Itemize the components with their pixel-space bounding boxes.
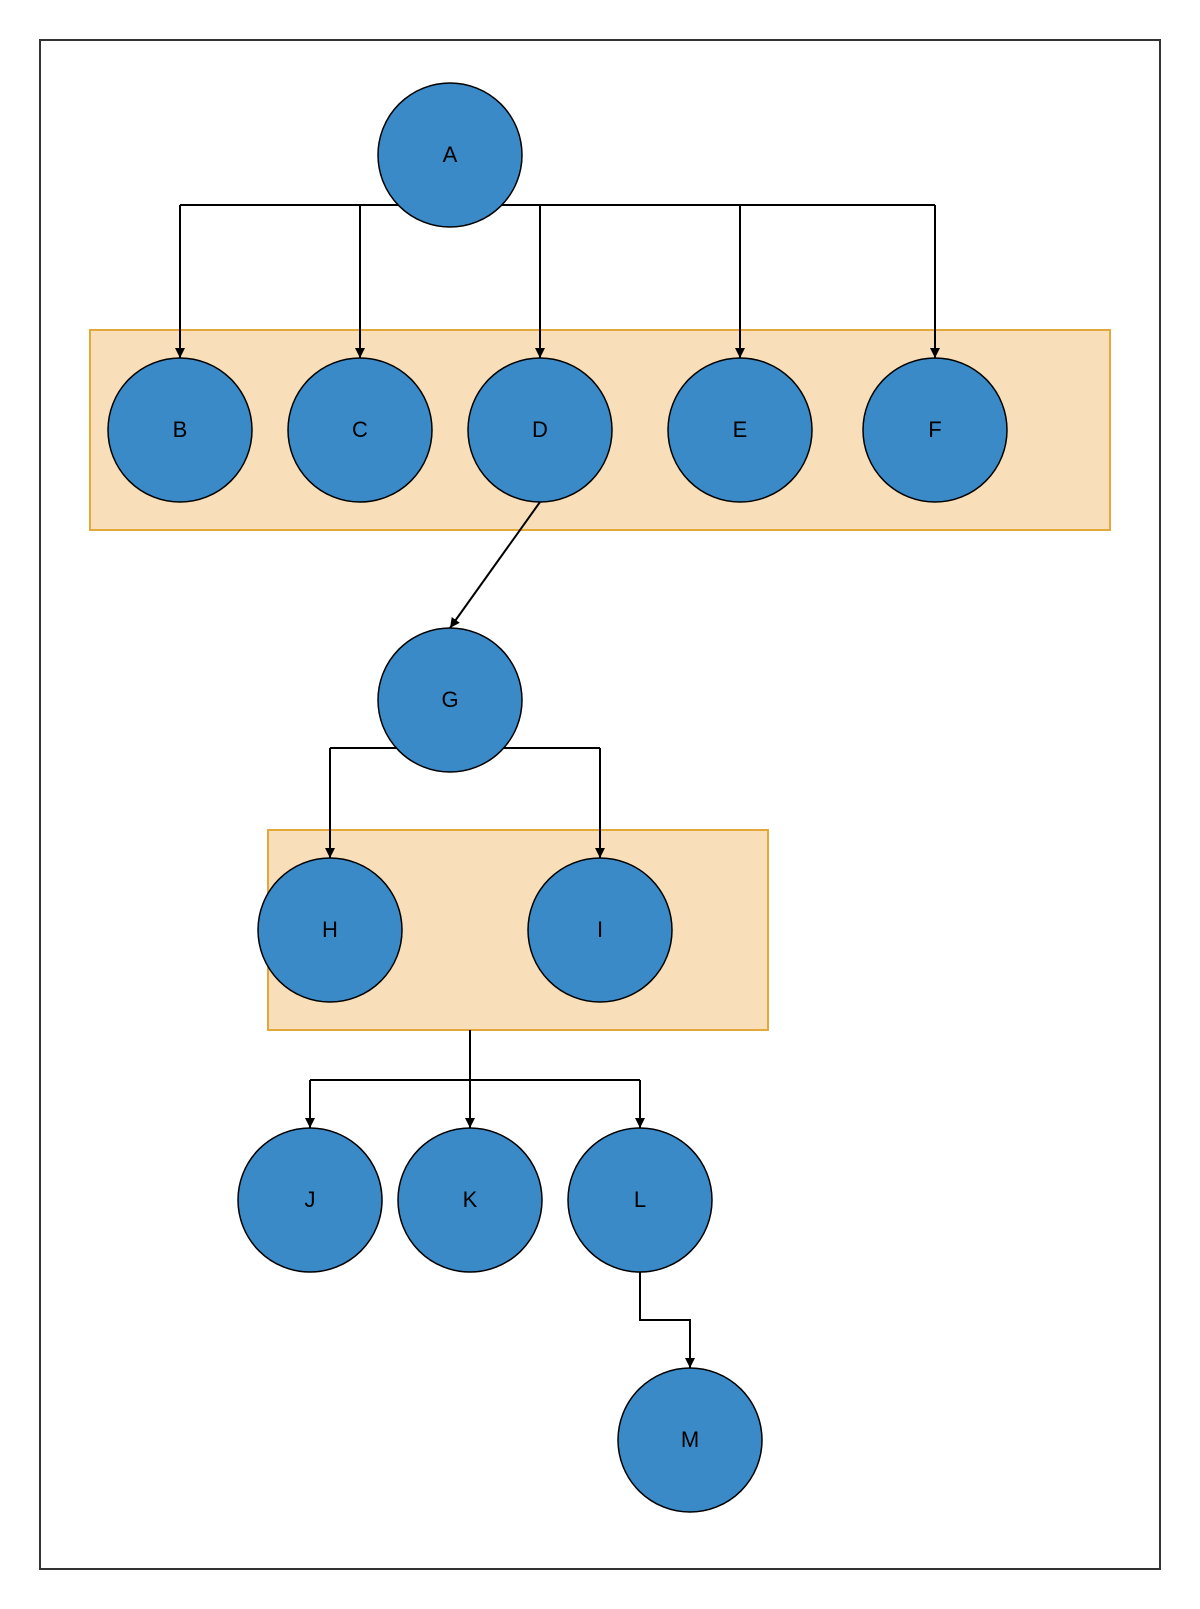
node-i: I bbox=[528, 858, 672, 1002]
node-g: G bbox=[378, 628, 522, 772]
node-b: B bbox=[108, 358, 252, 502]
node-d: D bbox=[468, 358, 612, 502]
diagram-canvas: A B C D E F G H I J K L M bbox=[0, 0, 1200, 1609]
node-label-k: K bbox=[463, 1187, 478, 1212]
node-l: L bbox=[568, 1128, 712, 1272]
node-j: J bbox=[238, 1128, 382, 1272]
node-label-f: F bbox=[928, 417, 941, 442]
node-label-d: D bbox=[532, 417, 548, 442]
node-label-l: L bbox=[634, 1187, 646, 1212]
node-label-a: A bbox=[443, 142, 458, 167]
node-label-b: B bbox=[173, 417, 188, 442]
node-label-j: J bbox=[305, 1187, 316, 1212]
node-c: C bbox=[288, 358, 432, 502]
node-a: A bbox=[378, 83, 522, 227]
node-label-h: H bbox=[322, 917, 338, 942]
node-h: H bbox=[258, 858, 402, 1002]
node-label-c: C bbox=[352, 417, 368, 442]
node-f: F bbox=[863, 358, 1007, 502]
diagram-svg: A B C D E F G H I J K L M bbox=[0, 0, 1200, 1609]
node-label-i: I bbox=[597, 917, 603, 942]
node-e: E bbox=[668, 358, 812, 502]
node-k: K bbox=[398, 1128, 542, 1272]
node-m: M bbox=[618, 1368, 762, 1512]
node-label-g: G bbox=[441, 687, 458, 712]
node-label-m: M bbox=[681, 1427, 699, 1452]
node-label-e: E bbox=[733, 417, 748, 442]
